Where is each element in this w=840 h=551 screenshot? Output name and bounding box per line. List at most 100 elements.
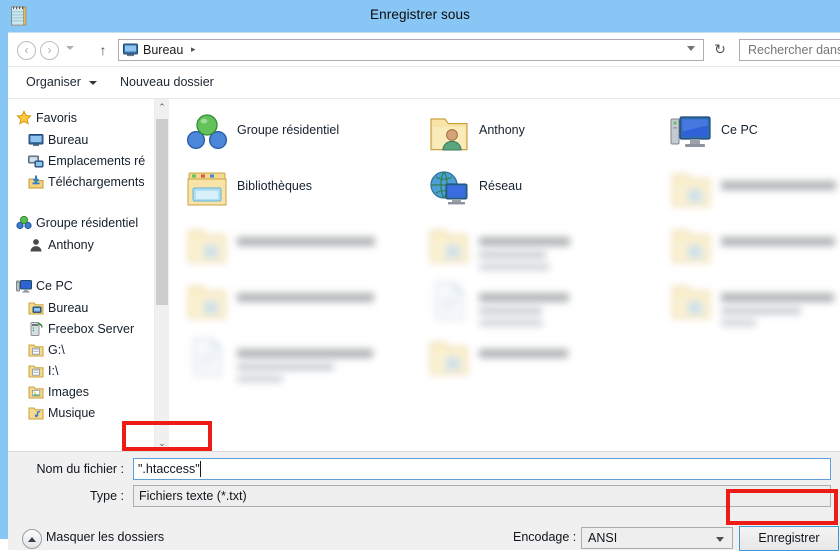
scroll-down-arrow-icon[interactable]: ⌄ [155,435,169,451]
file-item-obscured[interactable] [661,219,840,271]
file-item-sub [479,250,550,273]
dialog-footer: Masquer les dossiers Encodage : ANSI [8,510,840,550]
user-icon [28,237,44,253]
homegroup-icon [16,215,32,231]
organize-button[interactable]: Organiser [26,75,81,89]
sidebar-item-label: Images [48,385,89,399]
collapse-up-icon [22,529,42,549]
file-item-obscured[interactable] [419,331,657,383]
sidebar-item-label: Freebox Server [48,322,135,336]
file-item-sub [721,306,801,329]
breadcrumb-separator[interactable]: ▸ [191,44,196,55]
file-item-label [237,347,373,361]
server-icon [28,321,44,337]
breadcrumb-bureau[interactable]: Bureau [143,43,183,57]
filetype-label: Type : [89,489,124,503]
forward-button[interactable]: › [40,41,59,60]
star-icon [16,110,32,126]
downloads-icon [28,174,44,190]
file-list-view[interactable]: Groupe résidentiel Anthony Ce PC Bibliothèq… [169,99,840,451]
recent-locations-icon[interactable] [66,46,74,50]
search-placeholder: Rechercher dans : [748,43,840,57]
file-item-obscured[interactable] [419,275,657,327]
sidebar-item-label: Emplacements ré [48,154,146,168]
folder-music-icon [28,405,44,421]
file-item-obscured[interactable] [177,331,415,383]
scrollbar-thumb[interactable] [156,119,168,305]
folder-icon [185,279,229,323]
document-icon [427,279,471,323]
nav-group-label: Ce PC [36,279,73,293]
file-item-groupe-r-sidentiel[interactable]: Groupe résidentiel [177,107,415,159]
chevron-down-icon[interactable] [716,537,724,542]
sidebar-item-label: Bureau [48,133,89,147]
title-bar: Enregistrer sous [0,0,840,32]
navigation-pane: Favoris Bureau Emplacements ré Téléchargeme… [8,99,168,451]
filename-label: Nom du fichier : [36,462,124,476]
search-box[interactable]: Rechercher dans : [739,39,840,61]
back-button[interactable]: ‹ [17,41,36,60]
sidebar-item-label: Bureau [48,301,89,315]
scroll-up-arrow-icon[interactable]: ⌃ [155,99,169,115]
folder-icon [427,335,471,379]
up-button[interactable]: ↑ [94,41,112,59]
encoding-label: Encodage : [513,530,577,544]
folder-icon [185,223,229,267]
nav-group-label: Groupe résidentiel [36,216,139,230]
file-item-r-seau[interactable]: Réseau [419,163,657,215]
filetype-value: Fichiers texte (*.txt) [139,489,247,503]
file-item-label [237,291,374,305]
file-item-obscured[interactable] [661,163,840,215]
navigation-bar: ‹ › ↑ Bureau ▸ ↻ Rechercher dans : [8,33,840,67]
file-item-label [237,235,375,249]
file-item-sub [237,362,334,385]
encoding-combobox[interactable]: ANSI [581,527,733,549]
file-item-label: Bibliothèques [237,179,313,193]
chevron-down-icon[interactable] [687,46,695,51]
file-item-label: Anthony [479,123,525,137]
desktop-icon [123,43,138,57]
encoding-value: ANSI [588,531,618,545]
file-item-label: Ce PC [721,123,758,137]
file-item-anthony[interactable]: Anthony [419,107,657,159]
new-folder-button[interactable]: Nouveau dossier [120,75,214,89]
file-item-biblioth-ques[interactable]: Bibliothèques [177,163,415,215]
text-cursor [200,461,201,477]
filetype-combobox[interactable]: Fichiers texte (*.txt) [133,485,831,507]
document-icon [185,335,229,379]
sidebar-item-label: I:\ [48,364,59,378]
libraries-icon [185,167,229,211]
folder-drive-icon [28,342,44,358]
folder-icon [427,223,471,267]
computer-icon [16,278,32,294]
filename-input[interactable] [133,458,831,480]
file-item-label [479,235,570,249]
file-item-obscured[interactable] [419,219,657,271]
sidebar-item-label: G:\ [48,343,65,357]
caret-down-icon[interactable] [89,81,97,85]
folder-icon [669,279,713,323]
file-item-label [479,347,568,361]
file-item-label [721,235,835,249]
file-item-obscured[interactable] [177,275,415,327]
nav-group-label: Favoris [36,111,77,125]
user-folder-icon [427,111,471,155]
dialog-client-area: ‹ › ↑ Bureau ▸ ↻ Rechercher dans : Organ… [8,32,840,551]
sidebar-item-label: Musique [48,406,96,420]
file-item-obscured[interactable] [177,219,415,271]
network-icon [427,167,471,211]
address-bar[interactable]: Bureau ▸ [118,39,704,61]
refresh-button[interactable]: ↻ [709,39,731,61]
save-as-dialog: Enregistrer sous ‹ › ↑ Bureau ▸ ↻ Recher… [0,0,840,551]
folder-icon [669,167,713,211]
sidebar-item-label: Anthony [48,238,94,252]
hide-folders-label: Masquer les dossiers [46,530,165,544]
window-title: Enregistrer sous [370,7,470,22]
file-item-ce-pc[interactable]: Ce PC [661,107,840,159]
navigation-pane-scrollbar[interactable]: ⌃ ⌄ [154,99,169,451]
file-item-label [721,179,836,193]
command-bar: Organiser Nouveau dossier [8,67,840,99]
folder-pictures-icon [28,384,44,400]
file-item-obscured[interactable] [661,275,840,327]
desktop-icon [28,132,44,148]
